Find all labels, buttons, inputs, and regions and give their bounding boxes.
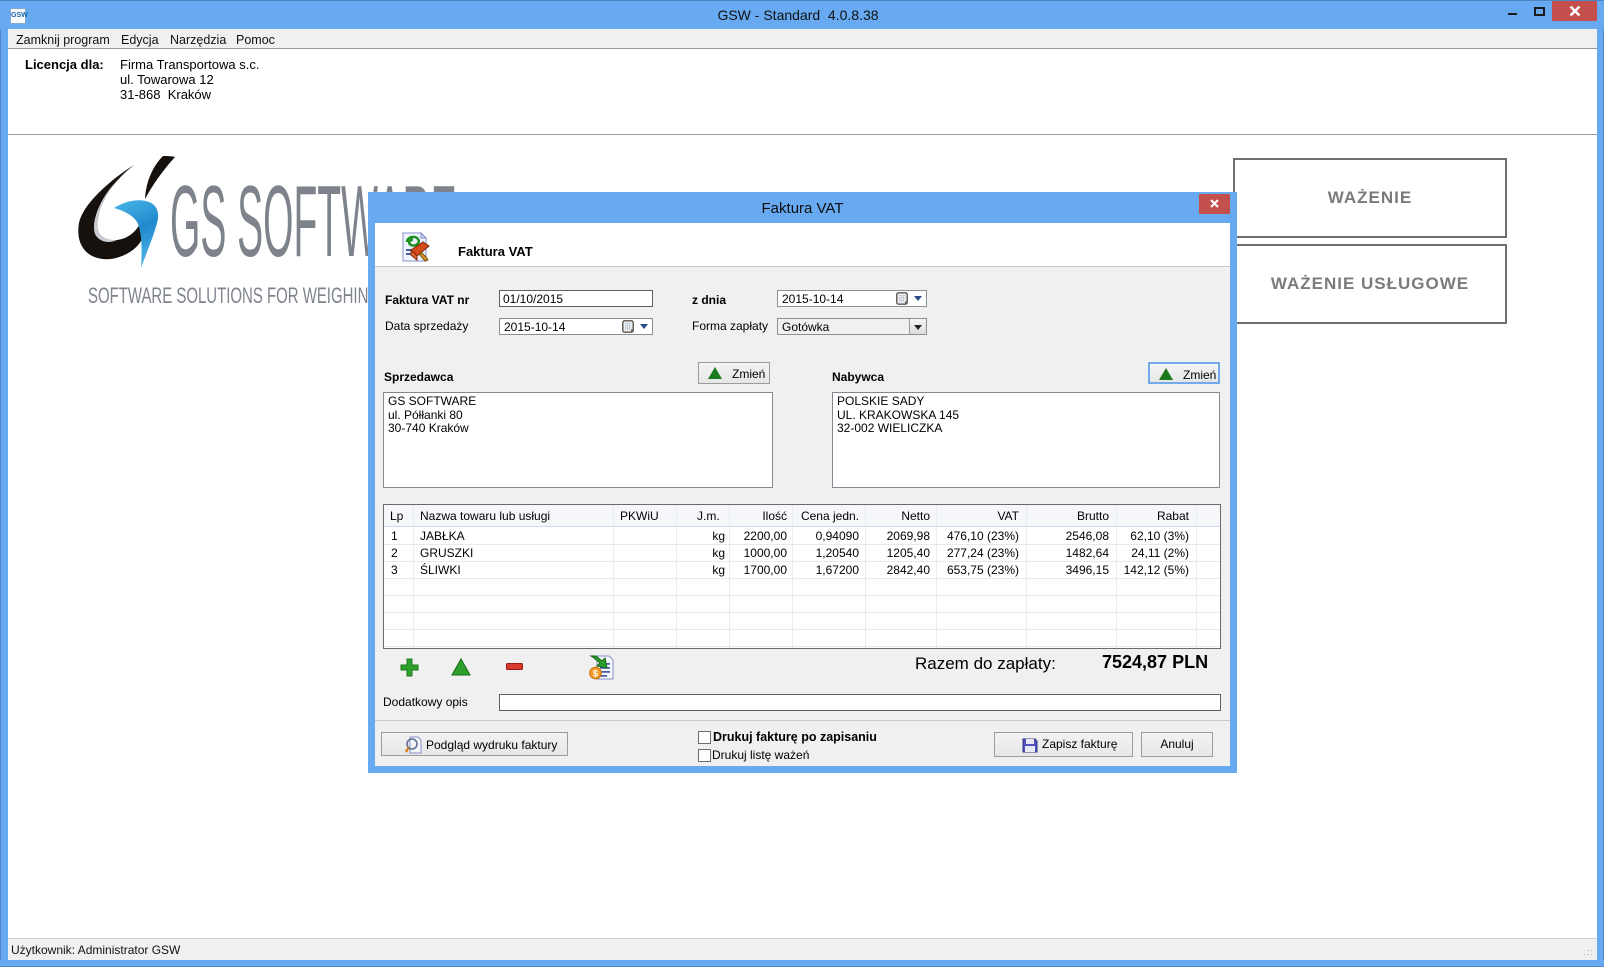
svg-text:$: $ [593,669,599,680]
